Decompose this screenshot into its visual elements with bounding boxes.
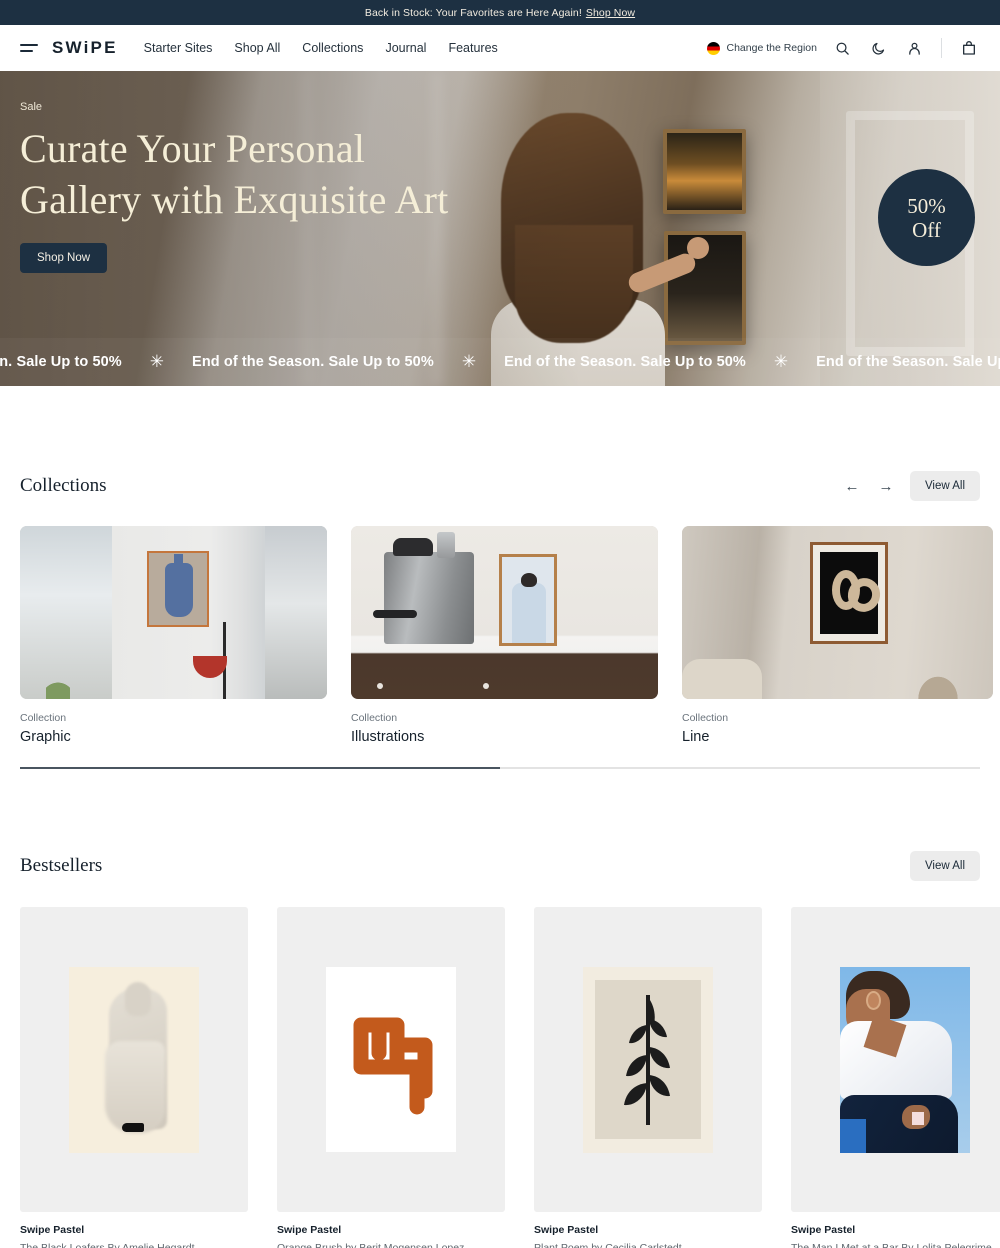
announcement-bar: Back in Stock: Your Favorites are Here A…	[0, 0, 1000, 25]
product-brand: Swipe Pastel	[791, 1224, 856, 1236]
collection-image	[682, 526, 993, 699]
bestsellers-section: Bestsellers View All Swipe Pastel The Bl…	[0, 851, 1000, 1248]
product-image	[277, 907, 505, 1212]
product-image	[791, 907, 1000, 1212]
collection-eyebrow: Collection	[351, 712, 398, 724]
product-card[interactable]: Swipe Pastel Plant Poem by Cecilia Carls…	[534, 907, 762, 1248]
search-icon[interactable]	[831, 37, 853, 59]
artwork-orange-brush	[326, 967, 456, 1152]
main-navigation: Starter Sites Shop All Collections Journ…	[144, 41, 498, 55]
nav-item-collections[interactable]: Collections	[302, 41, 363, 55]
discount-badge: 50% Off	[878, 169, 975, 266]
marquee-text: End of the Season. Sale Up to 50%	[192, 354, 434, 370]
marquee-text: End of the Season. Sale Up to 50%	[504, 354, 746, 370]
collection-image	[351, 526, 658, 699]
collection-name: Line	[682, 729, 710, 745]
collection-image	[20, 526, 327, 699]
product-brand: Swipe Pastel	[20, 1224, 85, 1236]
hero-content: Sale Curate Your Personal Gallery with E…	[0, 71, 1000, 273]
bestsellers-view-all-button[interactable]: View All	[909, 851, 980, 881]
announcement-text: Back in Stock: Your Favorites are Here A…	[364, 6, 582, 19]
product-brand: Swipe Pastel	[534, 1224, 599, 1236]
collections-section: Collections ← → View All Collection Grap…	[0, 471, 1000, 769]
marquee-star-icon: ✳	[773, 352, 789, 371]
collections-controls: ← → View All	[842, 471, 980, 501]
product-card[interactable]: Swipe Pastel Orange Brush by Berit Mogen…	[277, 907, 505, 1248]
badge-off: Off	[912, 217, 941, 242]
artwork-man-at-bar	[840, 966, 970, 1153]
header-actions: Change the Region	[706, 37, 981, 59]
product-name: Plant Poem by Cecilia Carlstedt	[534, 1242, 682, 1248]
hero-eyebrow: Sale	[20, 101, 43, 113]
sale-marquee: End of the Season. Sale Up to 50% ✳ End …	[0, 338, 1000, 386]
product-name: The Black Loafers By Amelie Hegardt	[20, 1242, 195, 1248]
collection-card[interactable]: Collection Graphic	[20, 526, 327, 745]
marquee-text: End of the Season. Sale Up to 50%	[0, 354, 122, 370]
hero-shop-now-button[interactable]: Shop Now	[20, 243, 108, 273]
carousel-scrollbar[interactable]	[20, 767, 980, 769]
region-label: Change the Region	[726, 42, 818, 54]
hero-title: Curate Your Personal Gallery with Exquis…	[20, 126, 449, 222]
collection-eyebrow: Collection	[20, 712, 67, 724]
cart-icon[interactable]	[958, 37, 980, 59]
artwork-black-loafers	[69, 966, 199, 1153]
moon-icon[interactable]	[867, 37, 889, 59]
collection-card[interactable]: Collection Line	[682, 526, 993, 745]
marquee-star-icon: ✳	[461, 352, 477, 371]
header-divider	[941, 38, 942, 58]
change-region-button[interactable]: Change the Region	[706, 41, 818, 55]
collection-eyebrow: Collection	[682, 712, 729, 724]
collection-card[interactable]: Collection Illustrations	[351, 526, 658, 745]
bestsellers-header: Bestsellers View All	[20, 851, 980, 881]
account-icon[interactable]	[903, 37, 925, 59]
product-card[interactable]: Swipe Pastel The Black Loafers By Amelie…	[20, 907, 248, 1248]
carousel-next-icon[interactable]: →	[876, 476, 896, 496]
product-name: The Man I Met at a Bar By Lolita Pelegri…	[791, 1242, 992, 1248]
product-brand: Swipe Pastel	[277, 1224, 342, 1236]
collection-name: Illustrations	[351, 729, 425, 745]
nav-item-shop-all[interactable]: Shop All	[234, 41, 280, 55]
badge-percent: 50%	[907, 193, 946, 218]
bestsellers-grid: Swipe Pastel The Black Loafers By Amelie…	[20, 907, 1000, 1248]
collections-view-all-button[interactable]: View All	[909, 471, 980, 501]
product-card[interactable]: Swipe Pastel The Man I Met at a Bar By L…	[791, 907, 1000, 1248]
hero-banner: Sale Curate Your Personal Gallery with E…	[0, 71, 1000, 386]
german-flag-icon	[706, 41, 720, 55]
bestsellers-title: Bestsellers	[20, 855, 103, 876]
marquee-star-icon: ✳	[149, 352, 165, 371]
site-header: SWiPE Starter Sites Shop All Collections…	[0, 25, 1000, 71]
artwork-plant-poem	[583, 966, 713, 1153]
nav-item-starter-sites[interactable]: Starter Sites	[144, 41, 213, 55]
nav-item-features[interactable]: Features	[448, 41, 497, 55]
announcement-shop-now-link[interactable]: Shop Now	[586, 7, 635, 19]
collections-header: Collections ← → View All	[20, 471, 980, 501]
product-image	[20, 907, 248, 1212]
menu-icon[interactable]	[20, 44, 38, 52]
marquee-text: End of the Season. Sale Up to 50%	[816, 354, 1000, 370]
nav-item-journal[interactable]: Journal	[385, 41, 426, 55]
site-logo[interactable]: SWiPE	[52, 38, 118, 58]
collections-carousel[interactable]: Collection Graphic Collection Illustrati…	[20, 526, 993, 745]
product-name: Orange Brush by Berit Mogensen Lopez	[277, 1242, 465, 1248]
carousel-prev-icon[interactable]: ←	[842, 476, 862, 496]
product-image	[534, 907, 762, 1212]
collections-title: Collections	[20, 475, 107, 496]
collection-name: Graphic	[20, 729, 71, 745]
bestsellers-controls: View All	[909, 851, 980, 881]
